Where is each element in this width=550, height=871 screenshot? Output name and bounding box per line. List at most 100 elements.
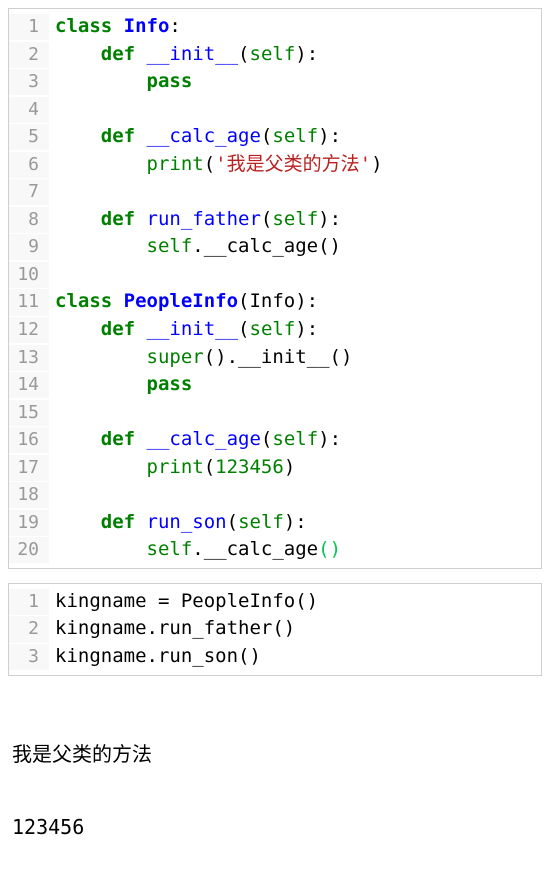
- token: (: [204, 456, 215, 478]
- code-line: 16 def __calc_age(self):: [9, 426, 541, 454]
- line-number: 3: [9, 69, 49, 95]
- token: (: [261, 428, 272, 450]
- token: class: [55, 15, 124, 37]
- token: '我是父类的方法': [215, 153, 371, 175]
- token: Info: [124, 15, 170, 37]
- token: [55, 208, 101, 230]
- token: print: [147, 456, 204, 478]
- code-content: def __calc_age(self):: [49, 426, 341, 454]
- code-line: 3 pass: [9, 68, 541, 96]
- code-line: 8 def run_father(self):: [9, 206, 541, 234]
- token: kingname = PeopleInfo(): [55, 590, 318, 612]
- code-line: 13 super().__init__(): [9, 344, 541, 372]
- token: [55, 70, 147, 92]
- token: [55, 153, 147, 175]
- token: def: [101, 428, 147, 450]
- line-number: 16: [9, 427, 49, 453]
- code-line: 2 def __init__(self):: [9, 41, 541, 69]
- token: pass: [147, 70, 193, 92]
- token: self: [147, 538, 193, 560]
- token: __calc_age: [147, 125, 261, 147]
- line-number: 5: [9, 124, 49, 150]
- code-line: 12 def __init__(self):: [9, 316, 541, 344]
- token: (: [261, 208, 272, 230]
- token: (: [204, 153, 215, 175]
- line-number: 3: [9, 644, 49, 670]
- code-line: 3 kingname.run_son(): [9, 643, 541, 671]
- token: def: [101, 208, 147, 230]
- code-line: 5 def __calc_age(self):: [9, 123, 541, 151]
- code-content: kingname.run_son(): [49, 643, 261, 671]
- token: self: [147, 235, 193, 257]
- token: .__calc_age: [192, 538, 318, 560]
- code-content: pass: [49, 68, 192, 96]
- output-line: 我是父类的方法: [12, 738, 538, 767]
- token: .__calc_age(): [192, 235, 341, 257]
- code-block-2: 1 kingname = PeopleInfo() 2kingname.run_fa…: [8, 583, 542, 676]
- token: ):: [318, 208, 341, 230]
- token: def: [101, 318, 147, 340]
- line-number: 18: [9, 482, 49, 508]
- token: [55, 456, 147, 478]
- code-line: 19 def run_son(self):: [9, 509, 541, 537]
- token: [55, 346, 147, 368]
- token: self: [272, 208, 318, 230]
- line-number: 10: [9, 262, 49, 288]
- token: pass: [147, 373, 193, 395]
- token: 123456: [215, 456, 284, 478]
- line-number: 1: [9, 14, 49, 40]
- token: kingname.run_son(): [55, 645, 261, 667]
- token: (: [238, 43, 249, 65]
- code-content: self.__calc_age(): [49, 536, 341, 564]
- token: self: [250, 43, 296, 65]
- token: __init__: [147, 43, 239, 65]
- line-number: 15: [9, 400, 49, 426]
- line-number: 11: [9, 289, 49, 315]
- token: self: [238, 511, 284, 533]
- token: ().__init__(): [204, 346, 353, 368]
- token: [55, 428, 101, 450]
- line-number: 14: [9, 372, 49, 398]
- token: (Info):: [238, 290, 318, 312]
- token: [55, 43, 101, 65]
- token: ): [284, 456, 295, 478]
- line-number: 17: [9, 455, 49, 481]
- line-number: 8: [9, 207, 49, 233]
- code-line: 1class Info:: [9, 13, 541, 41]
- code-line: 2kingname.run_father(): [9, 615, 541, 643]
- code-content: self.__calc_age(): [49, 233, 341, 261]
- code-content: [49, 261, 66, 289]
- token: ):: [318, 125, 341, 147]
- token: [55, 318, 101, 340]
- code-content: def run_father(self):: [49, 206, 341, 234]
- line-number: 2: [9, 616, 49, 642]
- code-content: [49, 399, 66, 427]
- code-content: kingname = PeopleInfo(): [49, 588, 318, 616]
- code-line: 6 print('我是父类的方法'): [9, 151, 541, 179]
- line-number: 9: [9, 234, 49, 260]
- line-number: 2: [9, 42, 49, 68]
- code-content: def __init__(self):: [49, 41, 318, 69]
- token: [55, 125, 101, 147]
- token: (: [238, 318, 249, 340]
- code-line: 11class PeopleInfo(Info):: [9, 288, 541, 316]
- token: (: [227, 511, 238, 533]
- line-number: 12: [9, 317, 49, 343]
- line-number: 1: [9, 589, 49, 615]
- token: run_son: [147, 511, 227, 533]
- token: [55, 373, 147, 395]
- output-line: 123456: [12, 815, 538, 839]
- code-content: [49, 178, 66, 206]
- token: run_father: [147, 208, 261, 230]
- code-content: [49, 96, 66, 124]
- token: (: [261, 125, 272, 147]
- line-number: 13: [9, 345, 49, 371]
- code-line: 17 print(123456): [9, 454, 541, 482]
- code-content: print(123456): [49, 454, 295, 482]
- code-content: super().__init__(): [49, 344, 352, 372]
- code-line: 20 self.__calc_age(): [9, 536, 541, 564]
- line-number: 19: [9, 510, 49, 536]
- code-content: def __init__(self):: [49, 316, 318, 344]
- code-line: 14 pass: [9, 371, 541, 399]
- code-content: kingname.run_father(): [49, 615, 295, 643]
